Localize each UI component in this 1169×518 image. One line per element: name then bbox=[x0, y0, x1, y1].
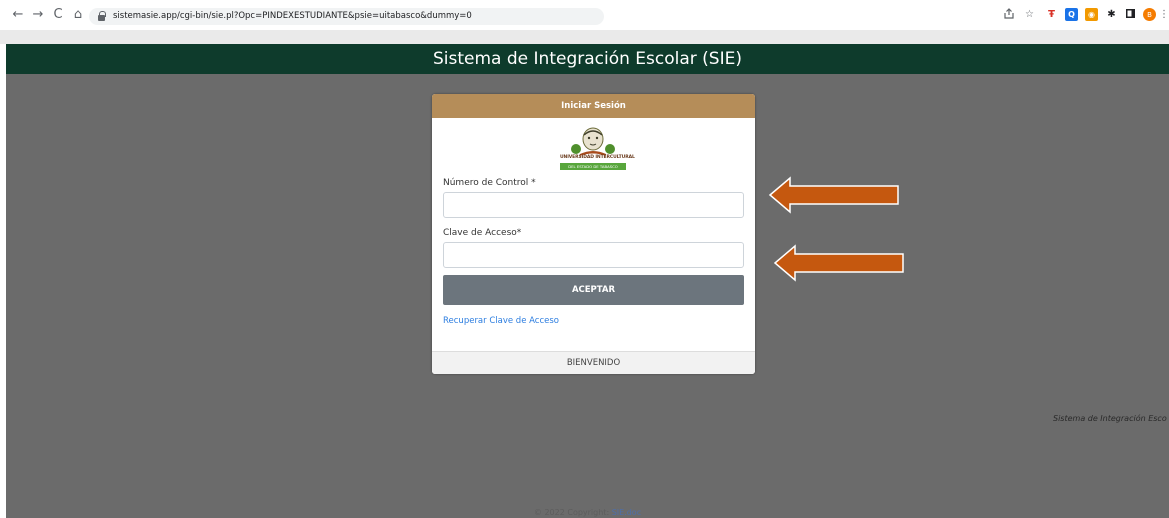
extension-rss-icon[interactable]: ◉ bbox=[1085, 8, 1098, 21]
extension-search-icon[interactable]: Q bbox=[1065, 8, 1078, 21]
forward-icon[interactable]: → bbox=[30, 7, 46, 23]
reload-icon[interactable]: C bbox=[50, 7, 66, 23]
back-icon[interactable]: ← bbox=[10, 7, 26, 23]
logo-subtext: DEL ESTADO DE TABASCO bbox=[560, 163, 626, 170]
sidebar-icon[interactable] bbox=[1124, 8, 1137, 21]
logo-text: UNIVERSIDAD INTERCULTURAL bbox=[560, 155, 635, 160]
menu-icon[interactable]: ⋮ bbox=[1159, 8, 1169, 21]
puzzle-icon[interactable]: ✱ bbox=[1105, 8, 1118, 21]
copyright-link[interactable]: SIE.doc bbox=[612, 508, 641, 517]
password-label: Clave de Acceso* bbox=[443, 228, 522, 238]
control-number-input[interactable] bbox=[443, 192, 744, 218]
lock-icon bbox=[98, 11, 106, 21]
login-card: Iniciar Sesión UNIVERSIDAD INTERCULTURAL… bbox=[432, 94, 755, 374]
control-number-label: Número de Control * bbox=[443, 178, 536, 188]
login-card-title: Iniciar Sesión bbox=[432, 94, 755, 118]
copyright-text: © 2022 Copyright: bbox=[533, 508, 610, 517]
share-icon[interactable] bbox=[1002, 8, 1015, 21]
login-card-footer: BIENVENIDO bbox=[432, 351, 755, 374]
browser-toolbar: ← → C ⌂ sistemasie.app/cgi-bin/sie.pl?Op… bbox=[0, 0, 1169, 30]
page-title: Sistema de Integración Escolar (SIE) bbox=[6, 44, 1169, 74]
home-icon[interactable]: ⌂ bbox=[70, 7, 86, 23]
side-caption: Sistema de Integración Esco bbox=[1053, 414, 1167, 423]
recover-password-link[interactable]: Recuperar Clave de Acceso bbox=[443, 316, 559, 326]
star-icon[interactable]: ☆ bbox=[1023, 8, 1036, 21]
page-body: Sistema de Integración Escolar (SIE) Ini… bbox=[6, 44, 1169, 518]
annotation-arrow-icon bbox=[773, 244, 904, 282]
url-text: sistemasie.app/cgi-bin/sie.pl?Opc=PINDEX… bbox=[113, 11, 472, 21]
submit-button[interactable]: ACEPTAR bbox=[443, 275, 744, 305]
address-bar[interactable]: sistemasie.app/cgi-bin/sie.pl?Opc=PINDEX… bbox=[89, 8, 604, 25]
university-emblem-icon bbox=[571, 127, 615, 156]
annotation-arrow-icon bbox=[768, 176, 899, 214]
university-logo: UNIVERSIDAD INTERCULTURAL DEL ESTADO DE … bbox=[560, 127, 635, 173]
bookmarks-bar bbox=[0, 30, 1169, 44]
extension-t-icon[interactable]: Ŧ bbox=[1045, 8, 1058, 21]
profile-icon[interactable]: B bbox=[1143, 8, 1156, 21]
copyright: © 2022 Copyright: SIE.doc bbox=[6, 508, 1169, 517]
svg-text:B: B bbox=[1147, 11, 1152, 19]
password-input[interactable] bbox=[443, 242, 744, 268]
